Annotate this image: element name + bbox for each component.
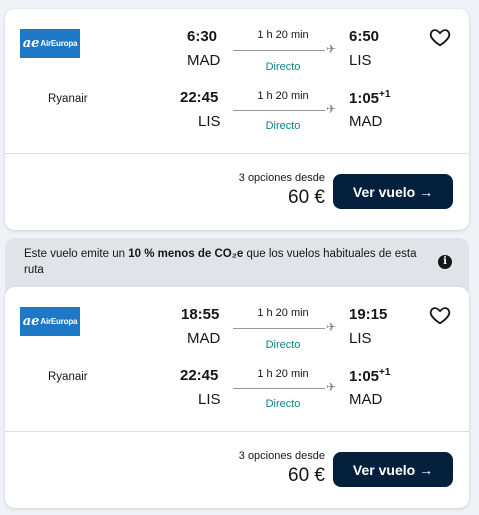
departure-time: 22:45 bbox=[180, 89, 219, 106]
arrival-airport: MAD bbox=[349, 391, 383, 408]
arrival-time: 19:15 bbox=[349, 306, 387, 323]
departure-airport: MAD bbox=[187, 52, 221, 69]
flight-duration: 1 h 20 min bbox=[257, 90, 309, 102]
arrival-airport: MAD bbox=[349, 113, 383, 130]
arrival-airport: LIS bbox=[349, 330, 372, 347]
view-flight-button[interactable]: Ver vuelo → bbox=[333, 174, 453, 209]
arrival-time: 1:05+1 bbox=[349, 367, 390, 385]
options-count: 3 opciones desde bbox=[238, 450, 325, 462]
stops-label: Directo bbox=[265, 398, 301, 410]
departure-airport: LIS bbox=[198, 391, 221, 408]
price: 60 € bbox=[288, 465, 325, 486]
arrival-time: 6:50 bbox=[349, 28, 379, 45]
heart-icon[interactable] bbox=[429, 26, 451, 48]
card-divider bbox=[5, 153, 469, 154]
arrival-time-value: 19:15 bbox=[349, 306, 388, 323]
flight-result-card[interactable]: ae AirEuropa 18:55 MAD 1 h 20 min ✈ Dire… bbox=[5, 287, 469, 508]
airline-name: Ryanair bbox=[48, 93, 88, 105]
aireuropa-logo-mark: ae bbox=[22, 314, 40, 329]
eco-banner-text: Este vuelo emite un 10 % menos de CO₂e q… bbox=[24, 246, 424, 278]
plane-icon: ✈ bbox=[326, 380, 337, 394]
arrival-airport: LIS bbox=[349, 52, 372, 69]
arrival-time-value: 1:05 bbox=[349, 90, 380, 107]
heart-icon[interactable] bbox=[429, 304, 451, 326]
flight-duration: 1 h 20 min bbox=[257, 307, 309, 319]
aireuropa-logo-mark: ae bbox=[22, 36, 40, 51]
flight-result-card[interactable]: ae AirEuropa 6:30 MAD 1 h 20 min ✈ Direc… bbox=[5, 9, 469, 230]
plane-icon: ✈ bbox=[326, 320, 337, 334]
route-line bbox=[233, 328, 325, 329]
stops-label: Directo bbox=[265, 120, 301, 132]
info-icon[interactable]: i bbox=[438, 255, 452, 269]
departure-airport: MAD bbox=[187, 330, 221, 347]
options-count: 3 opciones desde bbox=[238, 172, 325, 184]
arrival-time-value: 1:05 bbox=[349, 368, 380, 385]
aireuropa-logo: ae AirEuropa bbox=[20, 29, 80, 58]
arrival-day-offset: +1 bbox=[379, 89, 391, 100]
flight-duration: 1 h 20 min bbox=[257, 29, 309, 41]
price: 60 € bbox=[288, 187, 325, 208]
route-line bbox=[233, 110, 325, 111]
plane-icon: ✈ bbox=[326, 102, 337, 116]
aireuropa-logo-text: AirEuropa bbox=[40, 317, 78, 326]
departure-time: 22:45 bbox=[180, 367, 219, 384]
arrival-day-offset: +1 bbox=[379, 367, 391, 378]
arrival-time-value: 6:50 bbox=[349, 28, 380, 45]
plane-icon: ✈ bbox=[326, 42, 337, 56]
departure-time: 18:55 bbox=[181, 306, 220, 323]
route-line bbox=[233, 388, 325, 389]
departure-time: 6:30 bbox=[187, 28, 218, 45]
eco-banner-highlight: 10 % menos de CO₂e bbox=[128, 248, 244, 260]
card-divider bbox=[5, 431, 469, 432]
view-flight-button[interactable]: Ver vuelo → bbox=[333, 452, 453, 487]
airline-name: Ryanair bbox=[48, 371, 88, 383]
stops-label: Directo bbox=[265, 339, 301, 351]
arrival-time: 1:05+1 bbox=[349, 89, 390, 107]
route-line bbox=[233, 50, 325, 51]
aireuropa-logo: ae AirEuropa bbox=[20, 307, 80, 336]
departure-airport: LIS bbox=[198, 113, 221, 130]
stops-label: Directo bbox=[265, 61, 301, 73]
eco-banner-prefix: Este vuelo emite un bbox=[24, 248, 129, 260]
aireuropa-logo-text: AirEuropa bbox=[40, 39, 78, 48]
flight-duration: 1 h 20 min bbox=[257, 368, 309, 380]
